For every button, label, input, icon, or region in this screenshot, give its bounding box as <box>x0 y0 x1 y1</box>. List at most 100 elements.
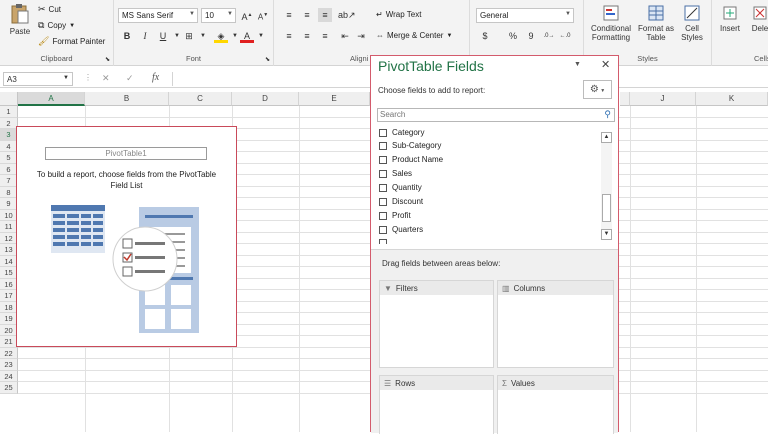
column-header[interactable]: A <box>18 92 85 106</box>
format-painter-button[interactable]: 🖌 Format Painter <box>38 36 105 47</box>
field-checkbox[interactable] <box>379 225 387 234</box>
chevron-down-icon[interactable]: ▼ <box>196 29 210 43</box>
chevron-down-icon[interactable]: ▼ <box>254 29 268 43</box>
pivot-instruction-line-1: To build a report, choose fields from th… <box>36 170 217 179</box>
field-checkbox[interactable] <box>379 197 387 206</box>
cancel-icon[interactable]: ✕ <box>102 73 110 84</box>
list-item[interactable]: Category <box>379 128 424 137</box>
conditional-formatting-icon <box>603 5 619 21</box>
row-header[interactable]: 22 <box>0 347 18 359</box>
list-item[interactable]: Product Name <box>379 155 443 164</box>
row-header[interactable]: 25 <box>0 382 18 394</box>
field-checkbox[interactable] <box>379 183 387 192</box>
bold-button[interactable]: B <box>120 29 134 43</box>
font-group: MS Sans Serif ▼ 10 ▼ A▲ A▼ B I U ▼ ⊞ ▼ ◈ ▼… <box>114 0 274 66</box>
row-header[interactable]: 24 <box>0 370 18 382</box>
insert-function-icon[interactable]: fx <box>152 72 159 83</box>
paste-button[interactable]: Paste <box>6 3 34 45</box>
format-as-table-label-1: Format as <box>637 24 674 33</box>
chevron-down-icon: ▼ <box>598 88 606 94</box>
italic-button[interactable]: I <box>138 29 152 43</box>
insert-button[interactable]: Insert <box>718 4 742 33</box>
row-header[interactable]: 1 <box>0 106 18 118</box>
field-checkbox[interactable] <box>379 211 387 220</box>
column-header[interactable]: K <box>696 92 768 106</box>
currency-icon[interactable]: $ <box>478 29 492 43</box>
column-header[interactable]: E <box>299 92 370 106</box>
columns-area-header: ▥ Columns <box>498 281 613 295</box>
field-checkbox[interactable] <box>379 239 387 244</box>
borders-icon[interactable]: ⊞ <box>182 29 196 43</box>
more-options-icon[interactable]: ⋮ <box>84 73 92 82</box>
shrink-font-icon[interactable]: A▼ <box>256 8 270 22</box>
align-right-icon[interactable]: ≡ <box>318 29 332 43</box>
brush-icon: 🖌 <box>38 36 50 46</box>
font-name-combo[interactable]: MS Sans Serif ▼ <box>118 8 198 23</box>
checkbox-magnifier-icon <box>112 226 178 292</box>
cut-button[interactable]: ✂ Cut <box>38 4 61 15</box>
pane-options-icon[interactable]: ▼ <box>574 61 581 68</box>
close-icon[interactable]: ✕ <box>601 58 610 71</box>
list-item[interactable]: Discount <box>379 197 423 206</box>
delete-button[interactable]: Dele <box>748 4 768 33</box>
pivot-table-placeholder[interactable]: PivotTable1 To build a report, choose fi… <box>16 126 237 347</box>
column-header[interactable]: J <box>630 92 696 106</box>
filters-area[interactable]: ▼ Filters <box>379 280 494 368</box>
scroll-thumb[interactable] <box>602 194 611 222</box>
scroll-up-button[interactable]: ▲ <box>601 132 612 143</box>
list-item[interactable]: Sub-Category <box>379 141 441 150</box>
list-item[interactable]: Quarters <box>379 225 423 234</box>
column-header[interactable]: D <box>232 92 299 106</box>
dialog-launcher-icon[interactable]: ⬊ <box>265 56 270 63</box>
dialog-launcher-icon[interactable]: ⬊ <box>105 56 110 63</box>
grow-font-icon[interactable]: A▲ <box>240 8 254 22</box>
field-checkbox[interactable] <box>379 141 387 150</box>
field-checkbox[interactable] <box>379 128 387 137</box>
columns-area[interactable]: ▥ Columns <box>497 280 614 368</box>
orientation-icon[interactable]: ab↗ <box>338 8 356 22</box>
scroll-down-button[interactable]: ▼ <box>601 229 612 240</box>
format-as-table-button[interactable]: Format as Table <box>636 4 676 42</box>
decrease-indent-icon[interactable]: ⇤ <box>338 29 352 43</box>
rows-area[interactable]: ☰ Rows <box>379 375 494 434</box>
select-all-corner[interactable] <box>0 92 18 106</box>
tools-button[interactable]: ⚙ ▼ <box>583 80 612 99</box>
wrap-text-button[interactable]: ↵ Wrap Text <box>376 10 421 19</box>
percent-button[interactable]: % <box>506 29 520 43</box>
field-checkbox[interactable] <box>379 155 387 164</box>
align-center-icon[interactable]: ≡ <box>300 29 314 43</box>
decrease-decimal-icon[interactable]: ←.0 <box>558 29 572 43</box>
font-size-combo[interactable]: 10 ▼ <box>201 8 236 23</box>
column-header[interactable] <box>620 92 630 106</box>
font-color-icon[interactable]: A <box>240 29 254 43</box>
number-format-combo[interactable]: General ▼ <box>476 8 574 23</box>
list-item[interactable] <box>379 239 387 244</box>
cell-styles-button[interactable]: Cell Styles <box>676 4 708 42</box>
copy-button[interactable]: ⧉ Copy ▼ <box>38 20 75 31</box>
align-top-icon[interactable]: ≡ <box>282 8 296 22</box>
field-list-scrollbar[interactable]: ▲ ▼ <box>601 132 612 240</box>
list-item[interactable]: Quantity <box>379 183 422 192</box>
comma-button[interactable]: 9 <box>524 29 538 43</box>
list-item[interactable]: Profit <box>379 211 411 220</box>
list-item[interactable]: Sales <box>379 169 412 178</box>
column-header[interactable]: C <box>169 92 232 106</box>
merge-center-button[interactable]: ⇔ Merge & Center ▼ <box>376 31 452 40</box>
column-header[interactable]: B <box>85 92 169 106</box>
field-checkbox[interactable] <box>379 169 387 178</box>
enter-icon[interactable]: ✓ <box>126 73 134 84</box>
row-header[interactable]: 23 <box>0 359 18 371</box>
field-search-box[interactable]: ⚲ <box>377 108 615 122</box>
fill-color-icon[interactable]: ◈ <box>214 29 228 43</box>
pivot-instruction-line-2: Field List <box>110 181 143 190</box>
increase-indent-icon[interactable]: ⇥ <box>354 29 368 43</box>
underline-button[interactable]: U <box>156 29 170 43</box>
align-left-icon[interactable]: ≡ <box>282 29 296 43</box>
search-input[interactable] <box>378 109 590 120</box>
align-middle-icon[interactable]: ≡ <box>300 8 314 22</box>
increase-decimal-icon[interactable]: .0→ <box>542 29 556 43</box>
values-area[interactable]: Σ Values <box>497 375 614 434</box>
name-box[interactable]: A3 ▼ <box>3 72 73 86</box>
align-bottom-icon[interactable]: ≡ <box>318 8 332 22</box>
conditional-formatting-button[interactable]: Conditional Formatting <box>586 4 636 42</box>
